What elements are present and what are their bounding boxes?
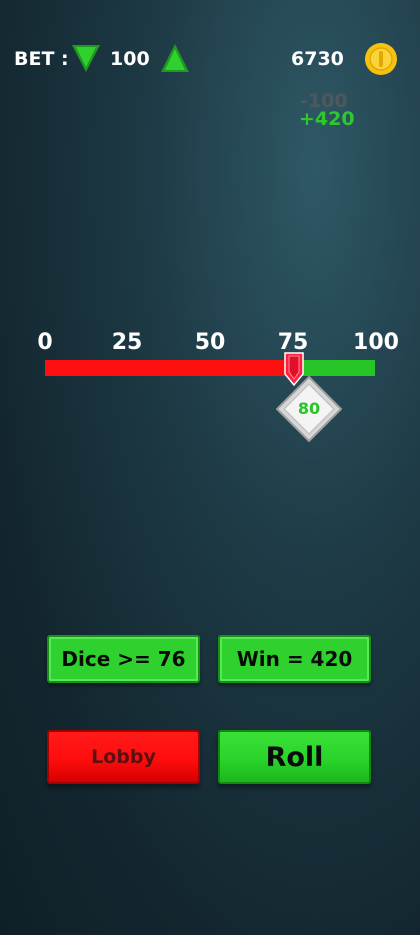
dice-result: 80 bbox=[297, 399, 321, 418]
bet-label: BET : bbox=[14, 48, 69, 70]
slider-tick-label: 25 bbox=[111, 330, 143, 355]
slider-tick-label: 50 bbox=[194, 330, 226, 355]
bet-increase-icon[interactable] bbox=[159, 42, 191, 74]
balance-value: 6730 bbox=[291, 48, 344, 70]
dice-condition-box: Dice >= 76 bbox=[47, 635, 200, 683]
slider-lose-zone bbox=[45, 360, 295, 376]
slider-tick-label: 0 bbox=[37, 330, 53, 355]
lobby-button[interactable]: Lobby bbox=[47, 730, 200, 784]
bet-decrease-icon[interactable] bbox=[70, 42, 102, 74]
win-amount-box: Win = 420 bbox=[218, 635, 371, 683]
win-delta: +420 bbox=[299, 108, 355, 130]
roll-button[interactable]: Roll bbox=[218, 730, 371, 784]
slider-tick-label: 100 bbox=[353, 330, 399, 355]
coin-icon bbox=[365, 43, 397, 75]
bet-amount: 100 bbox=[110, 48, 150, 70]
slider-win-zone bbox=[295, 360, 375, 376]
